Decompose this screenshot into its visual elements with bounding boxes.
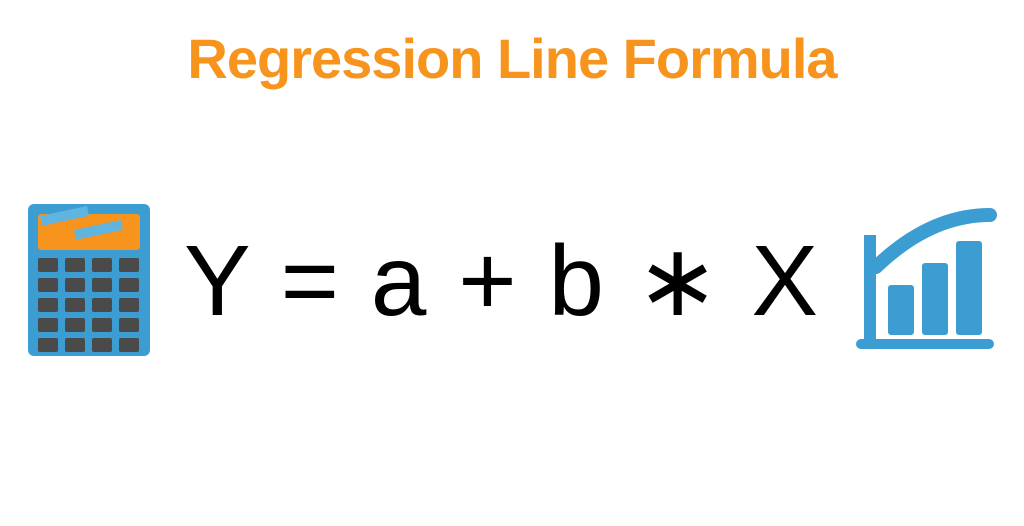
calculator-icon bbox=[24, 200, 154, 360]
growth-chart-icon bbox=[850, 205, 1000, 355]
page-title: Regression Line Formula bbox=[0, 26, 1024, 91]
formula-text: Y = a + b ∗ X bbox=[184, 222, 820, 339]
formula-row: Y = a + b ∗ X bbox=[0, 200, 1024, 360]
